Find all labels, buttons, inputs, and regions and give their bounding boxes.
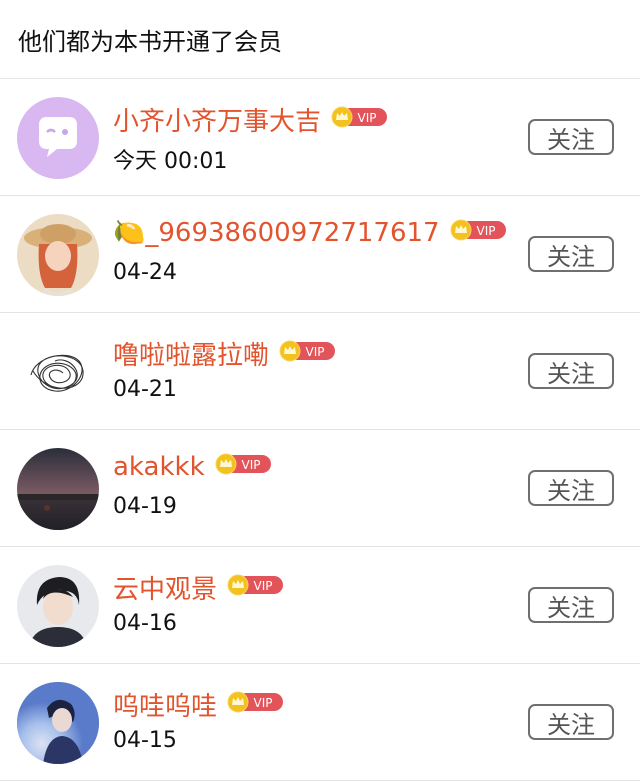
follow-button[interactable]: 关注 (528, 119, 614, 155)
blue-glow-portrait-avatar (17, 682, 99, 764)
vip-badge: VIP (279, 340, 336, 362)
avatar[interactable] (17, 97, 99, 179)
page-title: 他们都为本书开通了会员 (0, 0, 640, 79)
avatar[interactable] (17, 448, 99, 530)
member-name[interactable]: 云中观景 (113, 569, 217, 606)
member-time: 04-16 (113, 611, 177, 636)
follow-button[interactable]: 关注 (528, 236, 614, 272)
list-item[interactable]: 云中观景 VIP 04-16 关注 (0, 547, 640, 664)
sunset-landscape-avatar (17, 448, 99, 530)
member-name[interactable]: 噜啦啦露拉嘞 (113, 335, 269, 372)
list-item[interactable]: 噜啦啦露拉嘞 VIP 04-21 关注 (0, 313, 640, 430)
follow-button[interactable]: 关注 (528, 587, 614, 623)
member-time: 04-21 (113, 377, 177, 402)
member-name[interactable]: 呜哇呜哇 (113, 686, 217, 723)
member-time: 04-19 (113, 494, 177, 519)
chat-bubble-icon (17, 97, 99, 179)
svg-text:VIP: VIP (254, 696, 273, 710)
vip-badge: VIP (215, 453, 271, 475)
member-name[interactable]: 小齐小齐万事大吉 (113, 101, 321, 138)
avatar[interactable] (17, 682, 99, 764)
list-item[interactable]: 小齐小齐万事大吉 VIP 今天 00:01 关注 (0, 79, 640, 196)
vip-badge: VIP (227, 691, 284, 713)
svg-text:VIP: VIP (358, 111, 377, 125)
list-item[interactable]: 呜哇呜哇 VIP 04-15 关注 (0, 664, 640, 781)
vip-badge: VIP (450, 219, 506, 241)
svg-text:VIP: VIP (254, 579, 273, 593)
avatar[interactable] (17, 565, 99, 647)
follow-button[interactable]: 关注 (528, 470, 614, 506)
svg-text:VIP: VIP (241, 458, 260, 472)
member-name[interactable]: 🍋_96938600972717617 (113, 218, 440, 248)
vip-badge: VIP (331, 106, 388, 128)
scribble-avatar (17, 331, 99, 413)
avatar[interactable] (17, 214, 99, 296)
svg-text:VIP: VIP (476, 224, 495, 238)
svg-text:VIP: VIP (306, 345, 325, 359)
member-name[interactable]: akakkk (113, 452, 205, 482)
follow-button[interactable]: 关注 (528, 704, 614, 740)
member-list: 小齐小齐万事大吉 VIP 今天 00:01 关注 🍋_9693860097271… (0, 79, 640, 781)
list-item[interactable]: 🍋_96938600972717617 VIP 04-24 关注 (0, 196, 640, 313)
follow-button[interactable]: 关注 (528, 353, 614, 389)
avatar[interactable] (17, 331, 99, 413)
member-time: 04-24 (113, 260, 177, 285)
boy-portrait-avatar (17, 565, 99, 647)
list-item[interactable]: akakkk VIP 04-19 关注 (0, 430, 640, 547)
girl-straw-hat-avatar (17, 214, 99, 296)
vip-badge: VIP (227, 574, 284, 596)
member-time: 今天 00:01 (113, 149, 228, 174)
member-time: 04-15 (113, 728, 177, 753)
